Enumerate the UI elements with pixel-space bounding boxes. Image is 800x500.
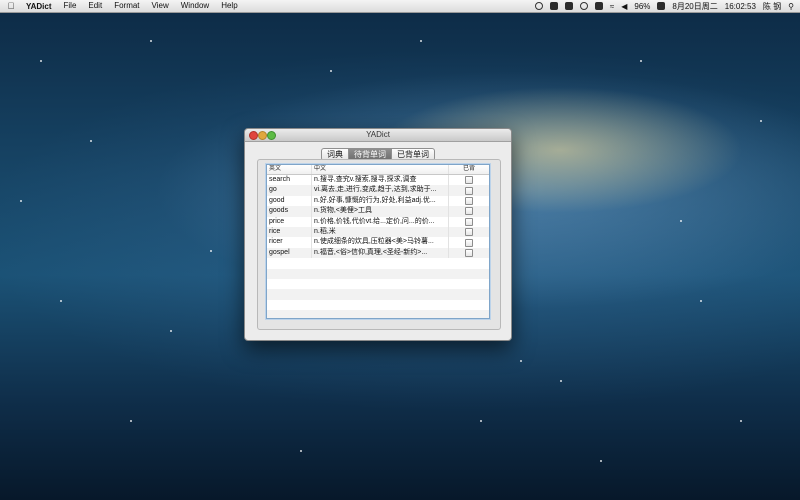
cell-english: good: [267, 195, 312, 207]
menu-format[interactable]: Format: [108, 0, 145, 12]
cell-chinese: n.价格,价钱,代价vt.给...定价,问...的价...: [312, 216, 449, 227]
table-row[interactable]: go vi.离去,走,进行,变成,趋于,达到,求助于...: [267, 185, 489, 196]
word-table[interactable]: 英文 中文 已背 search n.搜寻,查究v.搜索,搜寻,探求,调查 go vi.…: [266, 164, 490, 319]
app-status-icon[interactable]: [564, 2, 573, 10]
cell-chinese: n.货物,<美俚>工具: [312, 206, 449, 217]
battery-percent[interactable]: 96%: [634, 2, 650, 11]
cell-done: [449, 206, 489, 216]
cell-done: [449, 237, 489, 247]
cell-chinese: n.使成细条的炊具,压粒器<美>马铃薯...: [312, 237, 449, 248]
menu-edit[interactable]: Edit: [82, 0, 108, 12]
close-button[interactable]: [249, 131, 258, 140]
cell-english: ricer: [267, 237, 312, 248]
table-header: 英文 中文 已背: [267, 165, 489, 175]
header-chinese[interactable]: 中文: [312, 165, 449, 174]
window-title: YADict: [366, 130, 390, 139]
cell-english: rice: [267, 226, 312, 238]
cell-chinese: n.搜寻,查究v.搜索,搜寻,探求,调查: [312, 175, 449, 186]
header-english[interactable]: 英文: [267, 165, 312, 174]
wifi-icon[interactable]: ≈: [610, 2, 614, 11]
cell-english: gospel: [267, 247, 312, 259]
cell-chinese: vi.离去,走,进行,变成,趋于,达到,求助于...: [312, 185, 449, 196]
clock-date[interactable]: 8月20日周二: [672, 1, 717, 12]
table-row[interactable]: goods n.货物,<美俚>工具: [267, 206, 489, 217]
header-done[interactable]: 已背: [449, 165, 489, 174]
apple-menu-icon[interactable]: : [0, 1, 22, 11]
clock-time[interactable]: 16:02:53: [725, 2, 756, 11]
user-name[interactable]: 陈 钢: [763, 1, 781, 12]
cell-chinese: n.好,好事,慷慨的行为,好处,利益adj.优...: [312, 195, 449, 207]
cell-done: [449, 185, 489, 195]
table-row[interactable]: ricer n.使成细条的炊具,压粒器<美>马铃薯...: [267, 237, 489, 248]
learned-checkbox[interactable]: [465, 228, 473, 237]
qq-icon[interactable]: [534, 2, 543, 10]
app-menu[interactable]: YADict: [22, 2, 58, 11]
learned-checkbox[interactable]: [465, 176, 473, 185]
minimize-button[interactable]: [258, 131, 267, 140]
menu-window[interactable]: Window: [175, 0, 215, 12]
cell-done: [449, 217, 489, 227]
empty-row: [267, 300, 489, 310]
empty-row: [267, 268, 489, 279]
zoom-button[interactable]: [267, 131, 276, 140]
status-area: ≈ ◀ 96% 8月20日周二 16:02:53 陈 钢 ⚲: [534, 0, 794, 12]
table-row[interactable]: good n.好,好事,慷慨的行为,好处,利益adj.优...: [267, 195, 489, 207]
empty-row: [267, 289, 489, 300]
title-bar[interactable]: YADict: [245, 129, 511, 142]
yadict-window: YADict 词典 待背单词 已背单词 英文 中文 已背 search n.搜寻,…: [244, 128, 512, 341]
empty-row: [267, 310, 489, 318]
learned-checkbox[interactable]: [465, 186, 473, 195]
cell-done: [449, 248, 489, 258]
learned-checkbox[interactable]: [465, 207, 473, 216]
cell-done: [449, 175, 489, 185]
table-row[interactable]: search n.搜寻,查究v.搜索,搜寻,探求,调查: [267, 175, 489, 186]
table-row[interactable]: gospel n.福音,<俗>信仰,真理,<圣经-新约>...: [267, 247, 489, 259]
cloud-icon[interactable]: [549, 2, 558, 10]
learned-checkbox[interactable]: [465, 248, 473, 257]
learned-checkbox[interactable]: [465, 196, 473, 205]
menu-view[interactable]: View: [146, 0, 175, 12]
battery-icon[interactable]: [657, 2, 666, 10]
cell-english: price: [267, 216, 312, 227]
table-row[interactable]: price n.价格,价钱,代价vt.给...定价,问...的价...: [267, 216, 489, 227]
cell-done: [449, 227, 489, 237]
empty-row: [267, 258, 489, 268]
menu-file[interactable]: File: [58, 0, 83, 12]
menu-bar:  YADict File Edit Format View Window He…: [0, 0, 800, 13]
cell-english: go: [267, 185, 312, 196]
search-icon[interactable]: ⚲: [788, 2, 794, 11]
cell-chinese: n.福音,<俗>信仰,真理,<圣经-新约>...: [312, 247, 449, 259]
cell-done: [449, 196, 489, 206]
learned-checkbox[interactable]: [465, 217, 473, 226]
cell-english: search: [267, 175, 312, 186]
empty-row: [267, 279, 489, 289]
volume-icon[interactable]: ◀: [621, 2, 627, 11]
cell-english: goods: [267, 206, 312, 217]
bluetooth-icon[interactable]: [594, 2, 603, 10]
menu-help[interactable]: Help: [215, 0, 243, 12]
cell-chinese: n.稻,米: [312, 226, 449, 238]
learned-checkbox[interactable]: [465, 238, 473, 247]
tab-content-panel: 英文 中文 已背 search n.搜寻,查究v.搜索,搜寻,探求,调查 go vi.…: [257, 159, 501, 330]
time-machine-icon[interactable]: [579, 2, 588, 10]
table-row[interactable]: rice n.稻,米: [267, 226, 489, 238]
